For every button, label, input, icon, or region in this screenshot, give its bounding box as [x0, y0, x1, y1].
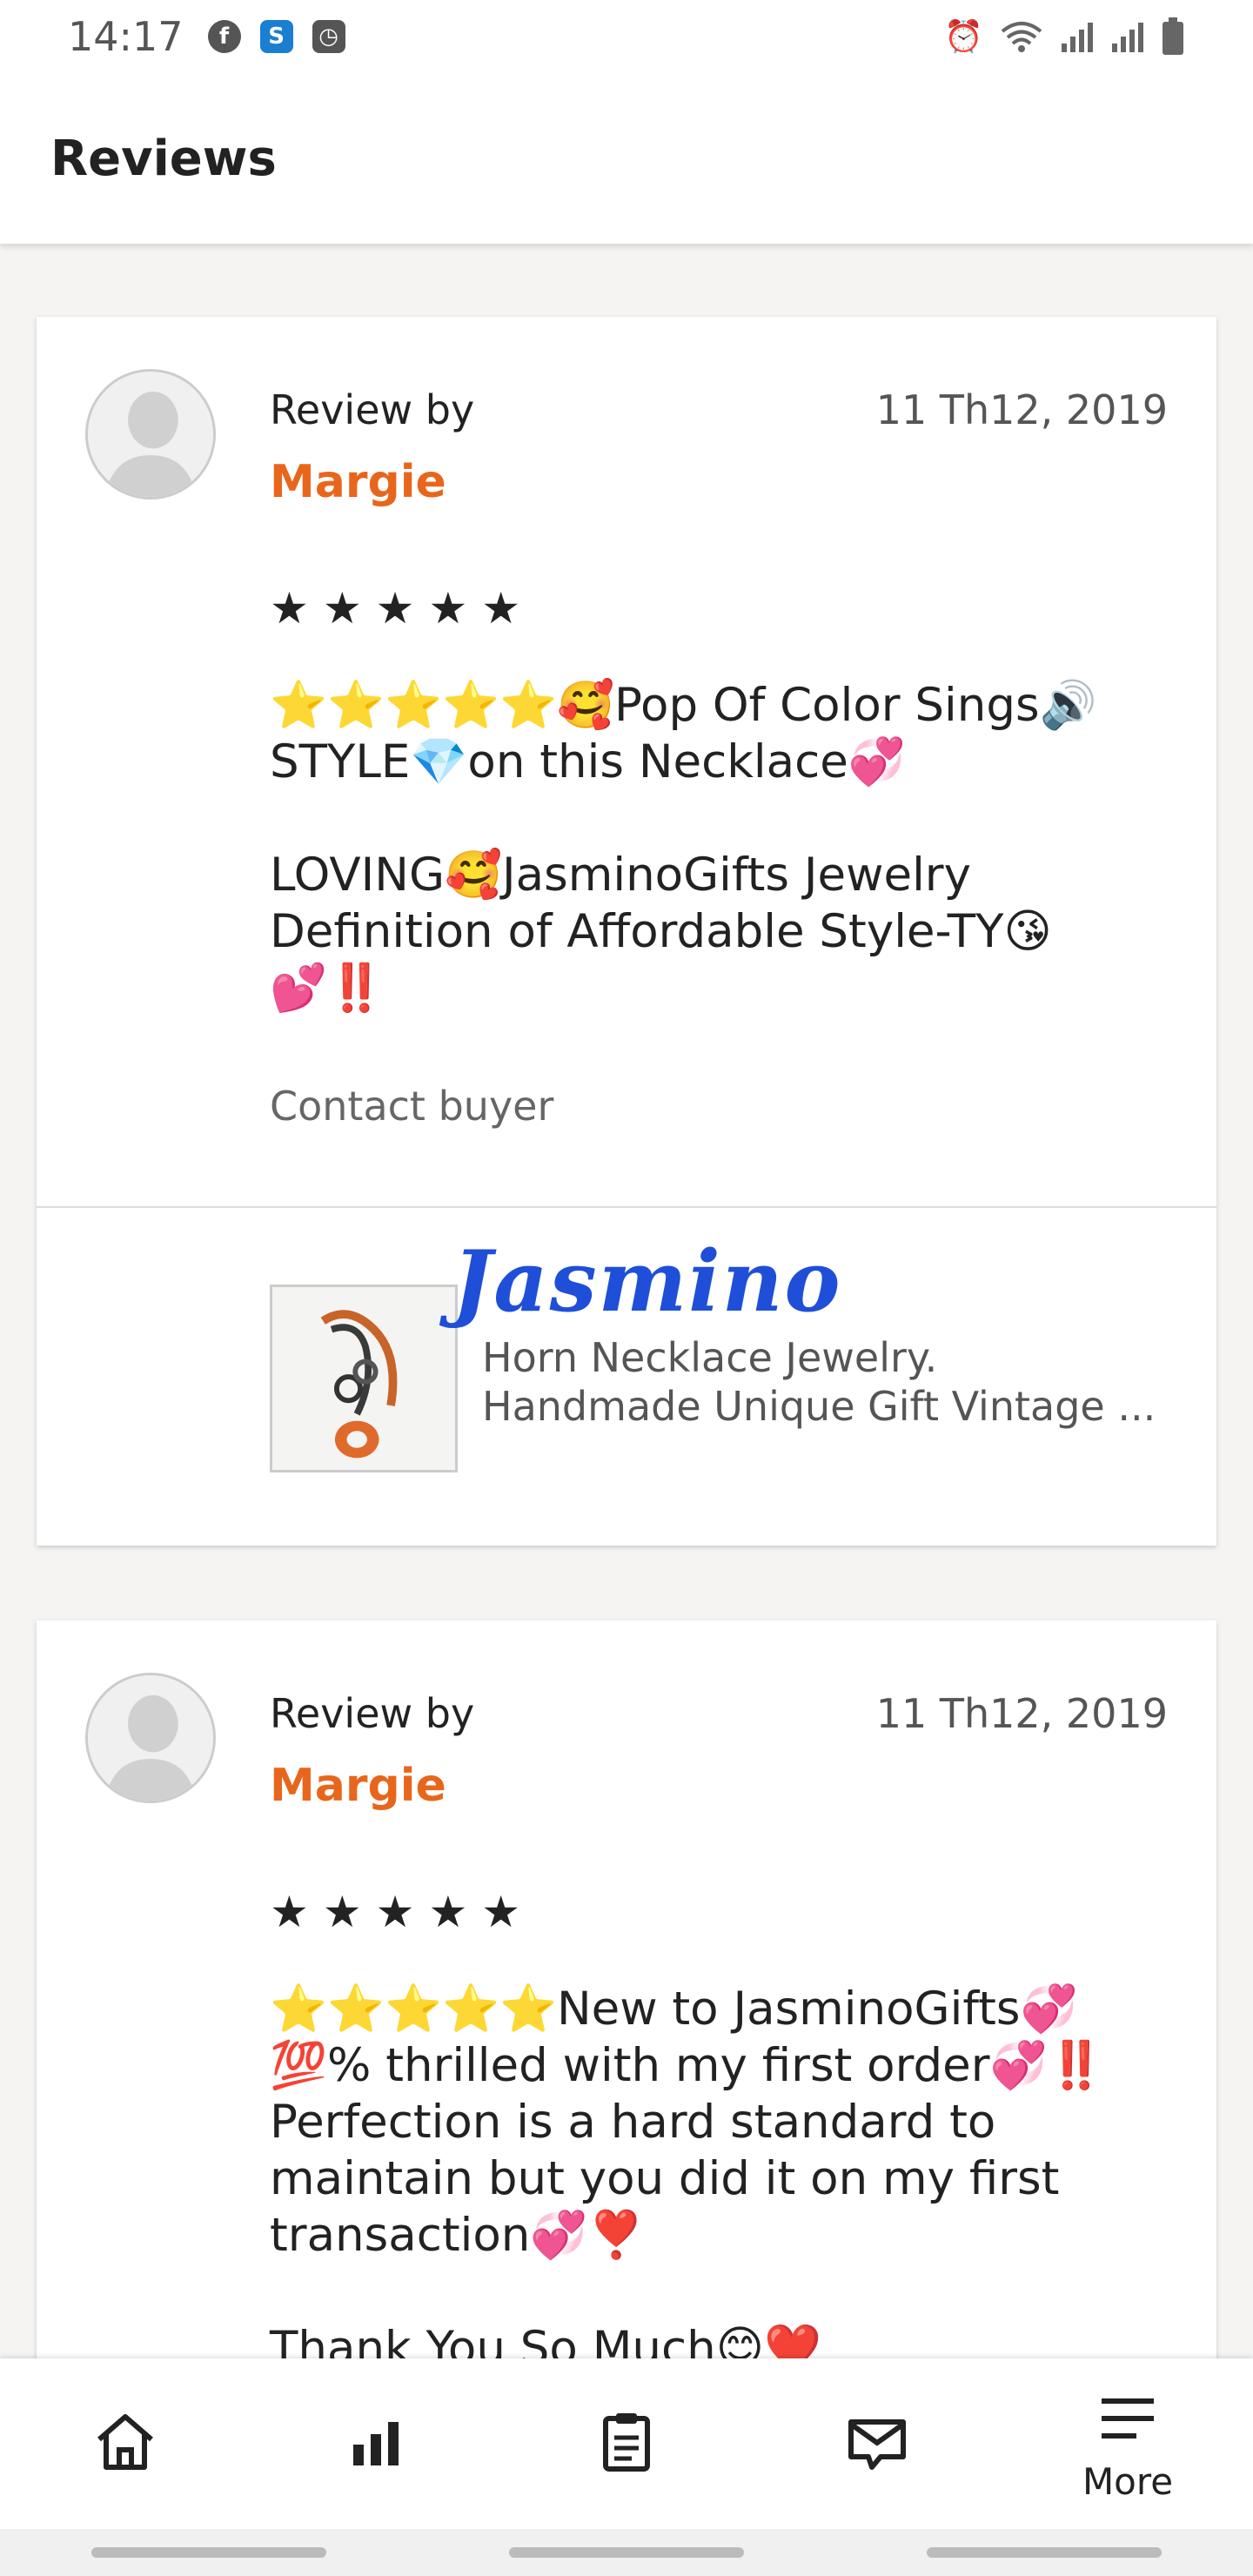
alarm-icon: ⏰: [944, 19, 983, 55]
rating-stars: ★★★★★: [270, 1887, 535, 1937]
stats-icon: [353, 2422, 399, 2465]
product-title-line: Horn Necklace Jewelry.: [482, 1334, 938, 1381]
signal-icon: [1062, 23, 1093, 52]
reviewer-name[interactable]: Margie: [270, 456, 446, 508]
nav-stats[interactable]: [251, 2358, 501, 2529]
review-by-label: Review by: [270, 1690, 475, 1737]
status-time: 14:17: [68, 13, 184, 60]
nav-orders[interactable]: [501, 2358, 752, 2529]
review-by-label: Review by: [270, 386, 475, 433]
battery-icon: [1163, 17, 1183, 55]
nav-messages[interactable]: [752, 2358, 1002, 2529]
page-title: Reviews: [50, 130, 277, 187]
s-app-icon: S: [259, 20, 293, 53]
nav-more[interactable]: More: [1002, 2358, 1253, 2529]
user-placeholder-icon: [88, 372, 213, 497]
bottom-navigation: More: [0, 2358, 1253, 2529]
necklace-image: [272, 1287, 455, 1470]
gesture-pill[interactable]: [91, 2547, 326, 2558]
reviewer-name[interactable]: Margie: [270, 1760, 446, 1812]
nav-home[interactable]: [0, 2358, 251, 2529]
signal-icon: [1112, 23, 1143, 52]
gesture-bar: [0, 2529, 1253, 2576]
status-bar: 14:17 f S ◷ ⏰: [0, 0, 1253, 73]
menu-icon: [1102, 2398, 1154, 2438]
nav-label: More: [1082, 2459, 1174, 2503]
facebook-icon: f: [207, 20, 241, 53]
messages-icon: [848, 2419, 906, 2470]
user-placeholder-icon: [88, 1675, 213, 1801]
contact-buyer-link[interactable]: Contact buyer: [270, 1083, 553, 1130]
product-thumbnail[interactable]: [270, 1285, 458, 1472]
app-bar: Reviews: [0, 73, 1253, 244]
divider: [37, 1206, 1216, 1208]
review-card: Review by 11 Th12, 2019 Margie ★★★★★ ⭐⭐⭐…: [37, 317, 1216, 1546]
review-date: 11 Th12, 2019: [875, 1690, 1168, 1737]
gesture-pill[interactable]: [509, 2547, 744, 2558]
clock-app-icon: ◷: [312, 20, 345, 53]
review-date: 11 Th12, 2019: [875, 386, 1168, 433]
review-text: ⭐⭐⭐⭐⭐New to JasminoGifts💞 💯% thrilled wi…: [270, 1982, 1105, 2375]
avatar: [85, 1673, 216, 1803]
status-notification-icons: f S ◷: [207, 20, 345, 53]
wifi-icon: [1001, 22, 1042, 52]
avatar: [85, 369, 216, 500]
status-system-icons: ⏰: [944, 17, 1185, 56]
product-title[interactable]: Horn Necklace Jewelry. Handmade Unique G…: [482, 1333, 1196, 1431]
gesture-pill[interactable]: [927, 2547, 1162, 2558]
review-text: ⭐⭐⭐⭐⭐🥰Pop Of Color Sings🔊 STYLE💎on this …: [270, 679, 1097, 1015]
orders-icon: [603, 2413, 650, 2472]
rating-stars: ★★★★★: [270, 583, 535, 634]
review-card: Review by 11 Th12, 2019 Margie ★★★★★ ⭐⭐⭐…: [37, 1620, 1216, 2404]
brand-logo: Jasmino: [452, 1232, 842, 1331]
product-title-line: Handmade Unique Gift Vintage ...: [482, 1383, 1156, 1430]
home-icon: [97, 2414, 153, 2470]
